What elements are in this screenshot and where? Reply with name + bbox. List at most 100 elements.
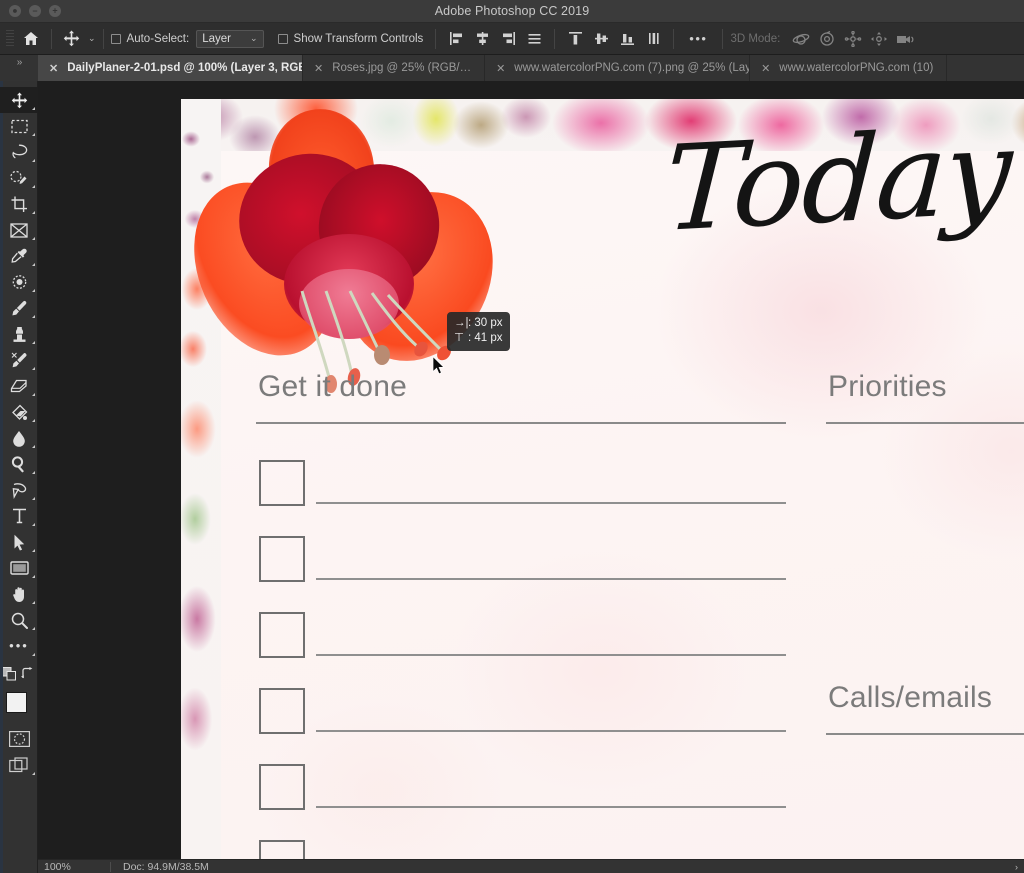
auto-select-checkbox[interactable]: Auto-Select:	[110, 23, 189, 54]
screen-mode-icon[interactable]	[0, 752, 38, 778]
history-brush-tool[interactable]	[0, 347, 38, 373]
section-title-calls-emails: Calls/emails	[828, 681, 993, 714]
daily-planner-artwork[interactable]: Today Get it done Priorities Calls/email…	[181, 99, 1024, 873]
dodge-tool[interactable]	[0, 451, 38, 477]
checklist-checkbox[interactable]	[259, 460, 305, 506]
document-tab-watercolorpng-10[interactable]: ✕ www.watercolorPNG.com (10)	[750, 55, 948, 81]
close-icon[interactable]: ✕	[761, 62, 770, 75]
status-expand-icon[interactable]: ›	[1015, 862, 1018, 872]
document-tab-label: DailyPlaner-2-01.psd @ 100% (Layer 3, RG…	[67, 62, 303, 74]
document-tab-label: Roses.jpg @ 25% (RGB/…	[332, 62, 472, 74]
tool-preset-caret-icon[interactable]: ⌄	[88, 33, 96, 44]
spot-healing-brush-tool[interactable]	[0, 269, 38, 295]
swap-colors-icon[interactable]	[21, 667, 35, 685]
brush-tool[interactable]	[0, 295, 38, 321]
document-tab-watercolorpng-7[interactable]: ✕ www.watercolorPNG.com (7).png @ 25% (L…	[485, 55, 751, 81]
divider	[554, 28, 556, 49]
home-icon[interactable]	[18, 23, 44, 54]
crop-tool[interactable]	[0, 191, 38, 217]
align-right-edges-button[interactable]	[495, 27, 521, 51]
zoom-level[interactable]: 100%	[38, 861, 110, 873]
document-tab-daily-planner[interactable]: ✕ DailyPlaner-2-01.psd @ 100% (Layer 3, …	[38, 55, 303, 81]
foreground-color-swatch[interactable]	[6, 692, 27, 713]
align-vertical-centers-button[interactable]	[588, 27, 614, 51]
window-title-bar: ● – + Adobe Photoshop CC 2019	[0, 0, 1024, 23]
section-title-priorities: Priorities	[828, 370, 947, 403]
document-canvas-area[interactable]: Today Get it done Priorities Calls/email…	[38, 81, 1024, 873]
align-horizontal-distribute-button[interactable]	[640, 27, 666, 51]
divider	[102, 28, 104, 49]
eyedropper-tool[interactable]	[0, 243, 38, 269]
default-colors-icon[interactable]	[2, 666, 17, 686]
divider	[51, 28, 52, 49]
align-horizontal-centers-button[interactable]	[469, 27, 495, 51]
checklist-line	[316, 654, 786, 656]
transform-measurement-tooltip: →|: 30 px ⊤: 41 px	[447, 312, 510, 351]
options-bar: ⌄ Auto-Select: Layer ⌄ Show Transform Co…	[0, 23, 1024, 55]
quick-mask-icon[interactable]	[0, 726, 38, 752]
chevron-down-icon: ⌄	[249, 33, 258, 43]
checklist-checkbox[interactable]	[259, 688, 305, 734]
3d-roll-icon[interactable]	[814, 27, 840, 51]
divider	[722, 28, 724, 49]
align-top-edges-button[interactable]	[562, 27, 588, 51]
hand-tool[interactable]	[0, 581, 38, 607]
3d-orbit-icon[interactable]	[788, 27, 814, 51]
show-transform-checkbox-box[interactable]	[277, 33, 288, 44]
pen-tool[interactable]	[0, 477, 38, 503]
layer-scope-select[interactable]: Layer ⌄	[196, 29, 264, 48]
close-icon[interactable]: ✕	[496, 62, 505, 75]
blur-tool[interactable]	[0, 425, 38, 451]
divider	[435, 28, 437, 49]
align-bottom-edges-button[interactable]	[614, 27, 640, 51]
checklist-checkbox[interactable]	[259, 764, 305, 810]
checklist-checkbox[interactable]	[259, 536, 305, 582]
eraser-tool[interactable]	[0, 373, 38, 399]
chevron-right-double-icon: »	[16, 57, 22, 68]
edit-toolbar-tool[interactable]: •••	[0, 633, 38, 659]
frame-tool[interactable]	[0, 217, 38, 243]
checklist-line	[316, 578, 786, 580]
zoom-tool[interactable]	[0, 607, 38, 633]
close-icon[interactable]: ✕	[314, 62, 323, 75]
document-tab-roses[interactable]: ✕ Roses.jpg @ 25% (RGB/…	[303, 55, 486, 81]
clone-stamp-tool[interactable]	[0, 321, 38, 347]
section-rule-get-it-done	[256, 422, 786, 424]
options-bar-grip[interactable]	[6, 29, 14, 48]
show-transform-controls-checkbox[interactable]: Show Transform Controls	[277, 23, 424, 54]
3d-slide-icon[interactable]	[866, 27, 892, 51]
section-title-get-it-done: Get it done	[258, 370, 407, 403]
dy-value: : 41 px	[468, 332, 503, 344]
path-selection-tool[interactable]	[0, 529, 38, 555]
show-transform-label: Show Transform Controls	[293, 32, 424, 45]
3d-camera-icon[interactable]	[892, 27, 918, 51]
today-heading: Today	[661, 102, 1014, 258]
checklist-checkbox[interactable]	[259, 612, 305, 658]
photoshop-window: ● – + Adobe Photoshop CC 2019 ⌄ Auto-Sel…	[0, 0, 1024, 873]
rectangular-marquee-tool[interactable]	[0, 113, 38, 139]
divider	[673, 28, 675, 49]
dy-glyph-icon: ⊤	[454, 332, 465, 344]
window-title: Adobe Photoshop CC 2019	[434, 4, 590, 18]
document-size-info[interactable]: Doc: 94.9M/38.5M	[111, 861, 209, 873]
close-icon[interactable]: ✕	[49, 62, 58, 75]
rectangle-tool[interactable]	[0, 555, 38, 581]
auto-select-checkbox-box[interactable]	[110, 33, 121, 44]
color-swatches[interactable]	[0, 688, 38, 726]
document-tab-bar: ✕ DailyPlaner-2-01.psd @ 100% (Layer 3, …	[38, 55, 1024, 81]
more-options-button[interactable]: •••	[681, 31, 715, 46]
horizontal-type-tool[interactable]	[0, 503, 38, 529]
panel-expand-button[interactable]: »	[0, 55, 38, 81]
move-tool-icon[interactable]	[59, 23, 83, 54]
lasso-tool[interactable]	[0, 139, 38, 165]
3d-pan-icon[interactable]	[840, 27, 866, 51]
fuchsia-flower-graphic	[181, 103, 521, 399]
align-vertical-distribute-button[interactable]	[521, 27, 547, 51]
section-rule-calls-emails	[826, 733, 1024, 735]
quick-selection-tool[interactable]	[0, 165, 38, 191]
align-left-edges-button[interactable]	[443, 27, 469, 51]
move-tool[interactable]	[0, 87, 38, 113]
checklist-line	[316, 806, 786, 808]
gradient-tool[interactable]	[0, 399, 38, 425]
checklist-line	[316, 730, 786, 732]
